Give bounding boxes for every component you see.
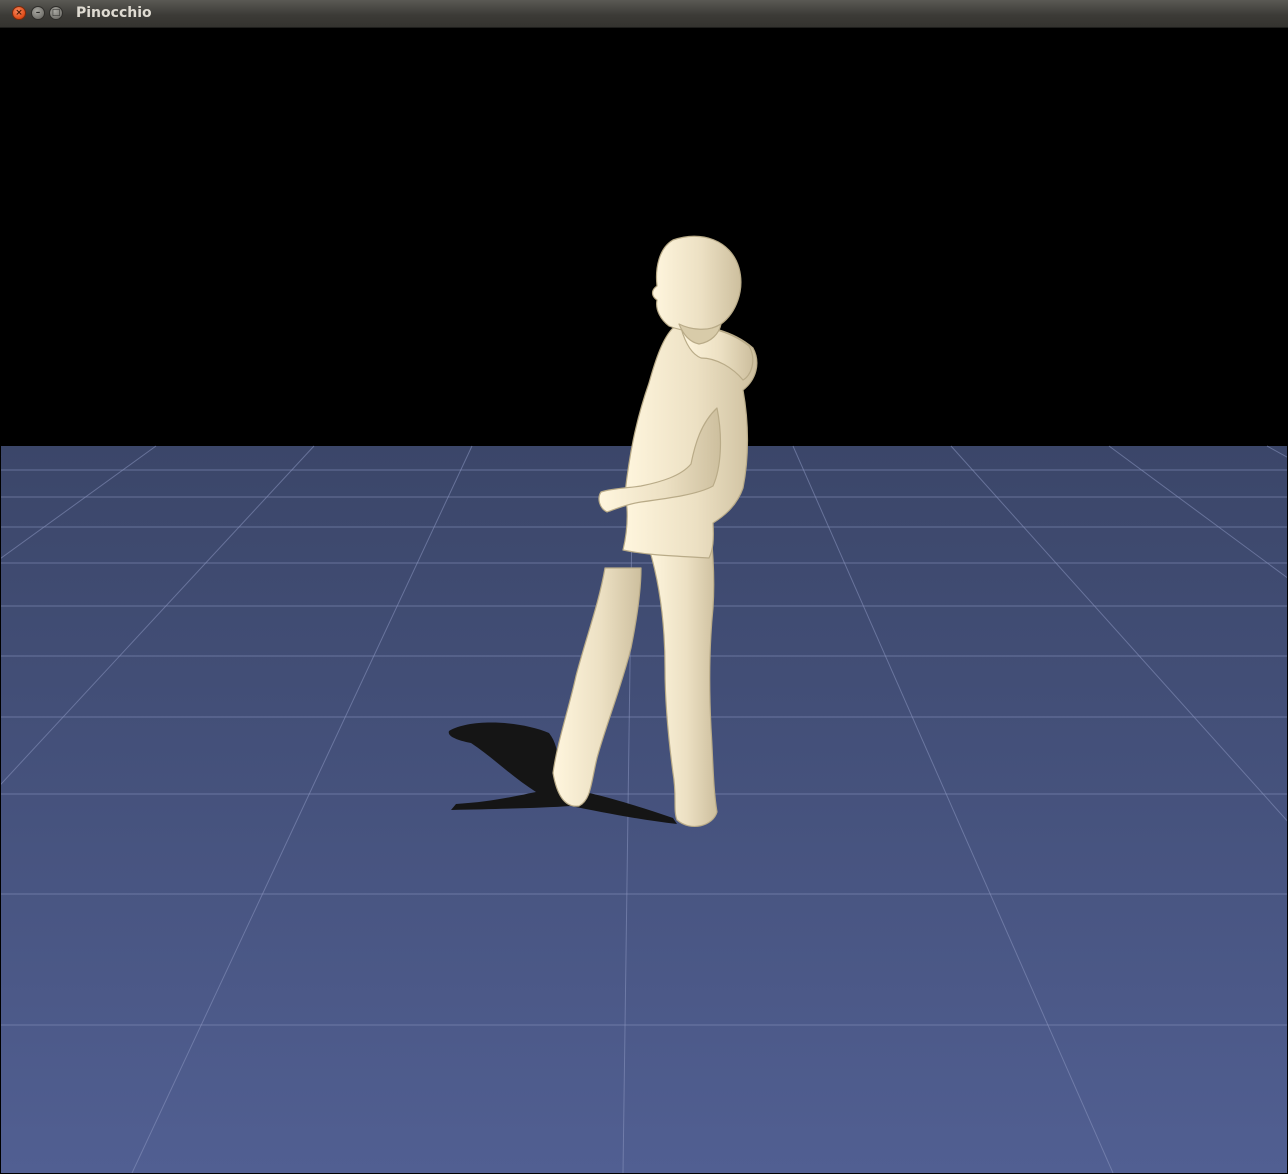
title-bar[interactable]: × – □ Pinocchio [0, 0, 1288, 28]
sky-background [1, 28, 1287, 446]
minimize-icon: – [35, 7, 41, 18]
close-icon: × [15, 7, 23, 18]
window-title: Pinocchio [76, 5, 152, 21]
3d-viewport[interactable] [1, 28, 1287, 1173]
maximize-icon: □ [51, 7, 61, 18]
scene-canvas[interactable] [1, 28, 1287, 1173]
close-button[interactable]: × [12, 6, 26, 20]
app-window: × – □ Pinocchio [0, 0, 1288, 1174]
minimize-button[interactable]: – [31, 6, 45, 20]
model-head [651, 235, 742, 332]
maximize-button[interactable]: □ [49, 6, 63, 20]
